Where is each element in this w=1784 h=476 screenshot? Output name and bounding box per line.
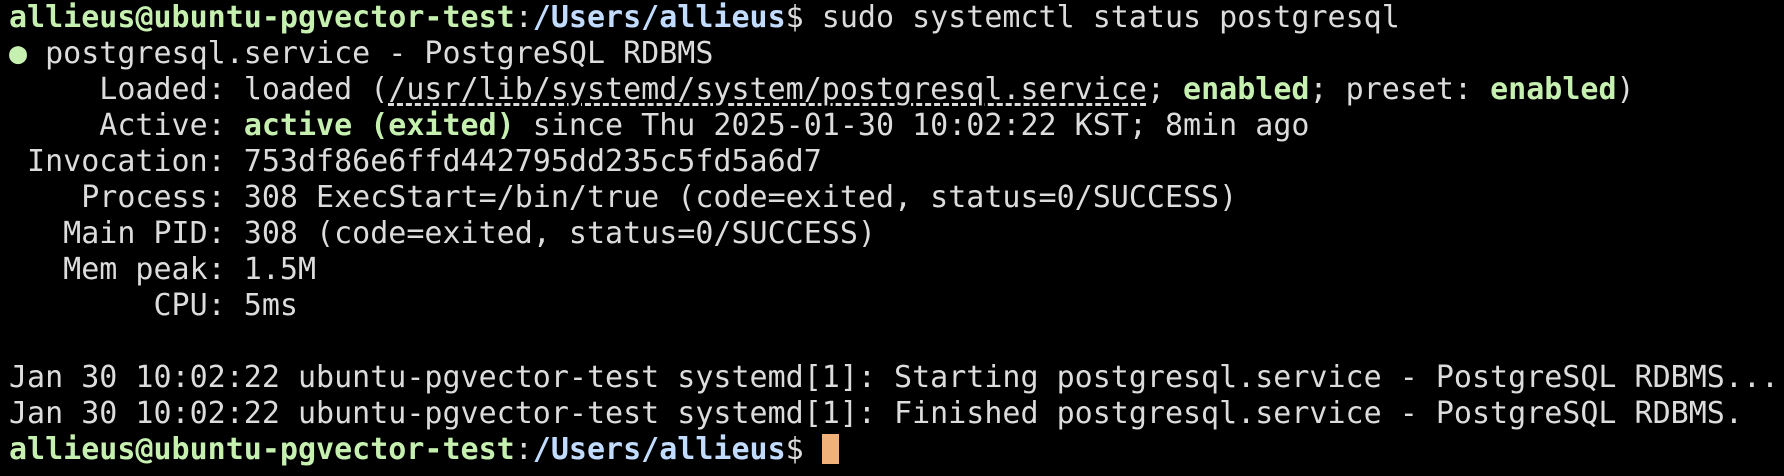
loaded-line: Loaded: loaded (/usr/lib/systemd/system/… [9, 72, 1784, 108]
command-text: sudo systemctl status postgresql [821, 0, 1400, 35]
active-since: since Thu 2025-01-30 10:02:22 KST; 8min … [514, 108, 1310, 143]
status-dot-icon: ● [9, 36, 28, 71]
close-paren: ) [1616, 72, 1635, 107]
prompt-separator: : [514, 432, 533, 467]
terminal-window[interactable]: allieus@ubuntu-pgvector-test:/Users/alli… [0, 0, 1784, 476]
enabled-state: enabled [1183, 72, 1310, 107]
process-line: Process: 308 ExecStart=/bin/true (code=e… [9, 180, 1238, 215]
prompt-dollar: $ [785, 432, 822, 467]
active-label: Active: [9, 108, 244, 143]
mem-peak-line: Mem peak: 1.5M [9, 252, 317, 287]
main-pid-line: Main PID: 308 (code=exited, status=0/SUC… [9, 216, 876, 251]
log-line: Jan 30 10:02:22 ubuntu-pgvector-test sys… [9, 360, 1780, 395]
prompt-dollar: $ [785, 0, 822, 35]
loaded-label: Loaded: [9, 72, 244, 107]
preset-label: ; preset: [1309, 72, 1491, 107]
active-line: Active: active (exited) since Thu 2025-0… [9, 108, 1784, 144]
prompt-path: /Users/allieus [532, 0, 786, 35]
active-prompt-line: allieus@ubuntu-pgvector-test:/Users/alli… [9, 432, 1784, 468]
service-header-line: ● postgresql.service - PostgreSQL RDBMS [9, 36, 1784, 72]
prompt-separator: : [514, 0, 533, 35]
service-title: postgresql.service - PostgreSQL RDBMS [27, 36, 714, 71]
log-line: Jan 30 10:02:22 ubuntu-pgvector-test sys… [9, 396, 1743, 431]
prompt-user-host: allieus@ubuntu-pgvector-test [9, 432, 515, 467]
command-line: allieus@ubuntu-pgvector-test:/Users/alli… [9, 0, 1784, 36]
text-cursor[interactable] [821, 434, 839, 464]
unit-file-link[interactable]: /usr/lib/systemd/system/postgresql.servi… [388, 72, 1147, 107]
invocation-line: Invocation: 753df86e6ffd442795dd235c5fd5… [9, 144, 822, 179]
active-state: active (exited) [243, 108, 515, 143]
loaded-state: loaded ( [243, 72, 389, 107]
cpu-line: CPU: 5ms [9, 288, 298, 323]
preset-enabled-state: enabled [1490, 72, 1617, 107]
loaded-semicolon: ; [1146, 72, 1184, 107]
prompt-path: /Users/allieus [532, 432, 786, 467]
prompt-user-host: allieus@ubuntu-pgvector-test [9, 0, 515, 35]
